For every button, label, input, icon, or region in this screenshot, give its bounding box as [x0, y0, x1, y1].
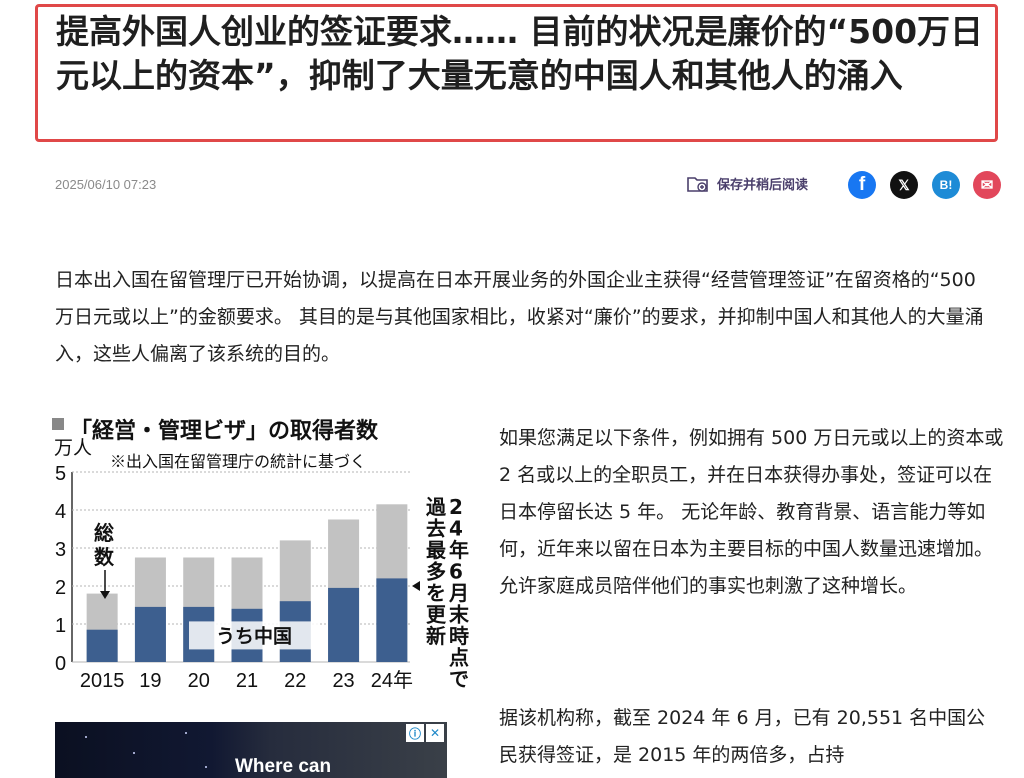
note-char: を — [426, 581, 446, 605]
note-char: 過 — [426, 495, 447, 519]
china-series-label: うち中国 — [216, 624, 292, 647]
visa-chart: 0 1 2 3 4 5 2015 19 20 21 22 23 24年 うち中国総数 2 4 年 6 月末時点で過去… — [52, 410, 477, 695]
advertisement[interactable]: Where can ⓘ ✕ — [55, 722, 447, 778]
note-char: 多 — [426, 560, 446, 584]
x-tick-label: 22 — [284, 670, 306, 692]
ad-controls: ⓘ ✕ — [406, 724, 444, 742]
save-label: 保存并稍后阅读 — [717, 178, 809, 193]
note-char: 4 — [449, 517, 463, 541]
x-icon[interactable]: 𝕏 — [890, 171, 918, 199]
note-arrow-head — [412, 581, 420, 591]
x-tick-label: 24年 — [371, 669, 413, 692]
note-char: 点 — [449, 646, 469, 670]
bar-china — [134, 606, 166, 662]
ad-info-icon[interactable]: ⓘ — [406, 724, 424, 742]
chart-svg: 0123452015 19 20 21 22 23 24年うち中国総数24年6月末時点で過去… — [52, 418, 470, 692]
note-char: 2 — [449, 495, 463, 519]
chart-subtitle: ※出入国在留管理庁の統計に基づく — [110, 452, 366, 471]
y-tick-label: 3 — [55, 539, 66, 561]
total-series-label-char: 総 — [94, 521, 114, 545]
note-char: 最 — [426, 538, 447, 562]
chart-title: 「経営・管理ビザ」の取得者数 — [70, 418, 379, 444]
y-tick-label: 1 — [55, 615, 66, 637]
total-series-label-char: 数 — [94, 545, 115, 569]
y-tick-label: 0 — [55, 653, 66, 675]
x-tick-label: 23 — [332, 670, 354, 692]
cube-icon — [52, 418, 64, 430]
body-paragraph-2: 如果您满足以下条件，例如拥有 500 万日元或以上的资本或 2 名或以上的全职员… — [499, 427, 1004, 597]
y-tick-label: 2 — [55, 577, 66, 599]
hatena-icon[interactable]: B! — [932, 171, 960, 199]
publish-date: 2025/06/10 07:23 — [55, 177, 157, 192]
bar-china — [86, 629, 118, 662]
meta-row: 2025/06/10 07:23 保存并稍后阅读 f 𝕏 B! ✉ — [55, 170, 1005, 202]
note-char: 6 — [449, 560, 463, 584]
note-char: 更 — [426, 603, 447, 627]
bar-china — [328, 587, 360, 662]
note-char: で — [449, 667, 469, 691]
x-tick-label: 20 — [188, 670, 210, 692]
x-tick-label: 21 — [236, 670, 258, 692]
ad-close-icon[interactable]: ✕ — [426, 724, 444, 742]
ad-text: Where can — [235, 756, 332, 777]
intro-paragraph: 日本出入国在留管理厅已开始协调，以提高在日本开展业务的外国企业主获得“经营管理签… — [55, 269, 984, 365]
body-paragraph-3: 据该机构称，截至 2024 年 6 月，已有 20,551 名中国公民获得签证，… — [499, 707, 986, 766]
note-char: 去 — [426, 517, 446, 541]
article-headline: 提高外国人创业的签证要求…… 目前的状况是廉价的“500万日元以上的资本”，抑制… — [56, 12, 984, 95]
save-for-later-button[interactable]: 保存并稍后阅读 — [687, 174, 808, 193]
x-tick-label: 19 — [139, 670, 161, 692]
x-tick-label: 2015 — [80, 670, 125, 692]
y-axis-label: 万人 — [54, 437, 92, 459]
note-char: 時 — [449, 624, 469, 648]
bar-china — [376, 578, 408, 662]
note-char: 末 — [449, 603, 470, 627]
facebook-icon[interactable]: f — [848, 171, 876, 199]
note-char: 年 — [449, 538, 469, 562]
y-tick-label: 4 — [55, 501, 66, 523]
note-char: 新 — [426, 624, 446, 648]
mail-icon[interactable]: ✉ — [973, 171, 1001, 199]
folder-add-icon — [687, 176, 708, 192]
note-char: 月 — [448, 581, 469, 605]
y-tick-label: 5 — [55, 463, 66, 485]
